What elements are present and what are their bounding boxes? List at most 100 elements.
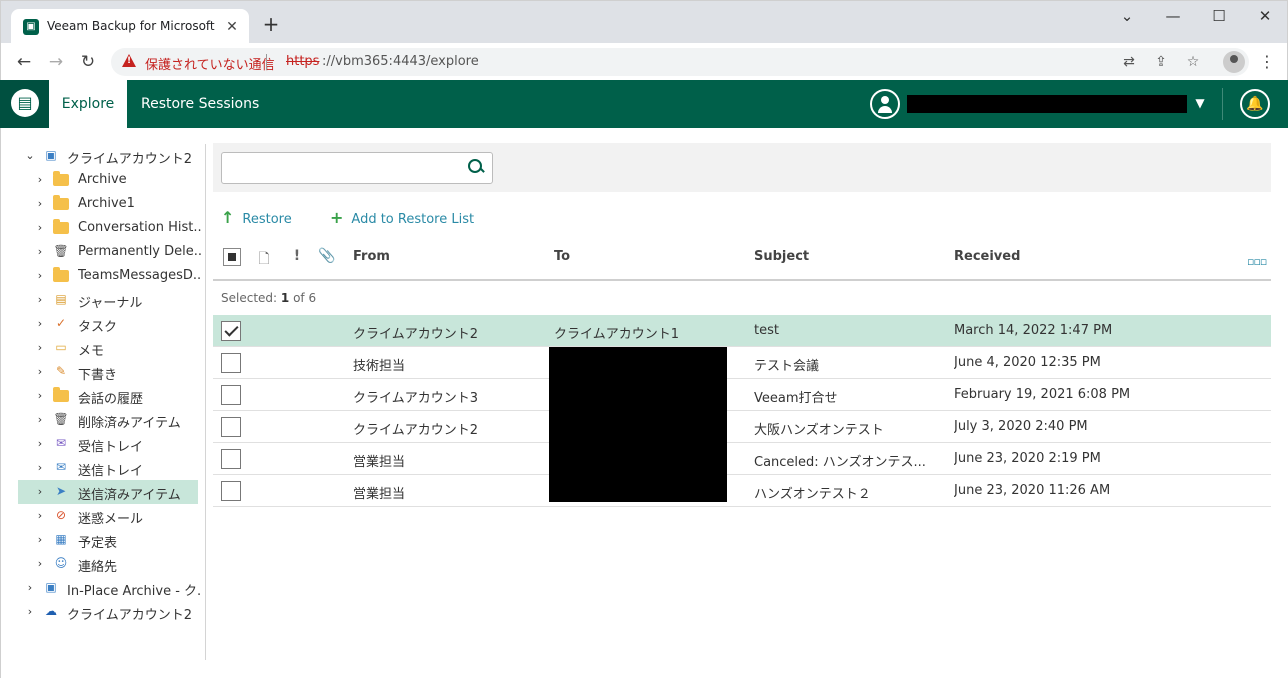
tree-item[interactable]: › ➤ 送信済みアイテム — [18, 480, 198, 504]
url-field[interactable]: 保護されていない通信 https ://vbm365:4443/explore … — [111, 48, 1249, 76]
tree-item[interactable]: › Archive1 — [1, 192, 201, 216]
row-checkbox[interactable] — [221, 353, 241, 373]
journal-icon: ▤ — [55, 292, 67, 306]
mailbox-tree: ⌄ ▣ クライムアカウント2 › Archive › Archive1 › Conversati… — [0, 128, 206, 678]
tree-item[interactable]: › ☺ 連絡先 — [1, 552, 201, 576]
close-window-button[interactable]: ✕ — [1253, 7, 1277, 27]
cell-subject: ハンズオンテスト２ — [754, 487, 871, 502]
tree-item-label: クライムアカウント2 — [67, 608, 193, 623]
maximize-button[interactable]: ☐ — [1207, 7, 1231, 27]
nav-explore[interactable]: Explore — [49, 80, 127, 128]
importance-icon[interactable]: ! — [288, 248, 306, 266]
bookmark-star-icon[interactable]: ☆ — [1184, 53, 1202, 71]
browser-menu-icon[interactable]: ⋮ — [1259, 51, 1275, 73]
veeam-logo[interactable]: ▤ — [0, 80, 49, 128]
chevron-right-icon[interactable]: › — [35, 509, 45, 523]
column-to[interactable]: To — [554, 249, 570, 264]
back-button[interactable]: ← — [13, 51, 35, 73]
chevron-down-icon[interactable]: ⌄ — [25, 149, 35, 163]
chevron-right-icon[interactable]: › — [35, 437, 45, 451]
nav-restore-sessions[interactable]: Restore Sessions — [141, 80, 259, 128]
browser-tab[interactable]: ▣ Veeam Backup for Microsoft 365 ✕ — [11, 9, 249, 44]
tab-close-icon[interactable]: ✕ — [223, 18, 241, 36]
row-checkbox[interactable] — [221, 321, 241, 341]
tree-item[interactable]: › Archive — [1, 168, 201, 192]
tree-item[interactable]: › ⊘ 迷惑メール — [1, 504, 201, 528]
add-to-restore-list-button[interactable]: + Add to Restore List — [330, 208, 474, 227]
chevron-right-icon[interactable]: › — [35, 365, 45, 379]
chevron-right-icon[interactable]: › — [35, 269, 45, 283]
omnibox-divider — [266, 54, 267, 70]
chevron-right-icon[interactable]: › — [35, 245, 45, 259]
notifications-bell-icon[interactable]: 🔔 — [1240, 89, 1270, 119]
security-warning[interactable]: 保護されていない通信 — [145, 54, 275, 73]
search-icon[interactable] — [468, 159, 484, 175]
column-from[interactable]: From — [353, 249, 390, 264]
restore-button[interactable]: ↑ Restore — [221, 208, 292, 227]
chevron-right-icon[interactable]: › — [35, 557, 45, 571]
share-icon[interactable]: ⇪ — [1152, 53, 1170, 71]
chevron-right-icon[interactable]: › — [35, 413, 45, 427]
table-row[interactable]: 営業担当 Canceled: ハンズオンテス... June 23, 2020 2:… — [213, 443, 1271, 475]
chevron-right-icon[interactable]: › — [35, 317, 45, 331]
tree-item[interactable]: › ▤ ジャーナル — [1, 288, 201, 312]
tree-item[interactable]: › 🗑 Permanently Dele... — [1, 240, 201, 264]
new-document-icon[interactable]: 🗋 — [255, 248, 273, 267]
select-all-checkbox[interactable] — [223, 248, 241, 266]
translate-icon[interactable]: ⇄ — [1120, 53, 1138, 71]
chevron-right-icon[interactable]: › — [35, 341, 45, 355]
forward-button[interactable]: → — [45, 51, 67, 73]
search-band — [213, 143, 1271, 192]
row-checkbox[interactable] — [221, 417, 241, 437]
chevron-right-icon[interactable]: › — [35, 293, 45, 307]
column-received[interactable]: Received — [954, 249, 1020, 264]
column-options-icon[interactable]: ▫▫▫ — [1247, 255, 1267, 268]
table-row[interactable]: クライムアカウント3 Veeam打合せ February 19, 2021 6:08… — [213, 379, 1271, 411]
table-row[interactable]: 営業担当 ハンズオンテスト２ June 23, 2020 11:26 AM — [213, 475, 1271, 507]
chevron-down-icon[interactable]: ▼ — [1192, 92, 1208, 114]
tree-item[interactable]: › TeamsMessagesD... — [1, 264, 201, 288]
table-header: 🗋 ! 📎 From To Subject Received ▫▫▫ — [213, 241, 1271, 281]
tree-item[interactable]: › ▣ In-Place Archive - ク... — [1, 576, 201, 600]
tree-item[interactable]: › ▦ 予定表 — [1, 528, 201, 552]
tree-item[interactable]: › ✓ タスク — [1, 312, 201, 336]
column-subject[interactable]: Subject — [754, 249, 809, 264]
tree-item-label: 受信トレイ — [78, 440, 144, 455]
tab-search-chevron-icon[interactable]: ⌄ — [1115, 7, 1139, 27]
table-row[interactable]: クライムアカウント2 大阪ハンズオンテスト July 3, 2020 2:40 PM — [213, 411, 1271, 443]
attachment-icon[interactable]: 📎 — [318, 248, 336, 266]
table-row[interactable]: クライムアカウント2 クライムアカウント1 test March 14, 2022 1… — [213, 315, 1271, 347]
onedrive-icon: ☁ — [45, 604, 57, 618]
profile-avatar-icon[interactable] — [1223, 51, 1245, 73]
row-checkbox[interactable] — [221, 449, 241, 469]
selection-suffix: of 6 — [289, 291, 317, 305]
folder-icon — [53, 267, 69, 282]
chevron-right-icon[interactable]: › — [35, 197, 45, 211]
tree-item[interactable]: › ▭ メモ — [1, 336, 201, 360]
tree-item[interactable]: › ☁ クライムアカウント2 — [1, 600, 201, 624]
chevron-right-icon[interactable]: › — [35, 221, 45, 235]
tree-item[interactable]: › Conversation Hist... — [1, 216, 201, 240]
search-input[interactable] — [221, 152, 493, 184]
new-tab-button[interactable]: + — [261, 14, 281, 35]
tree-item[interactable]: › 🗑 削除済みアイテム — [1, 408, 201, 432]
cell-from: 営業担当 — [353, 487, 406, 502]
tree-item[interactable]: › ✉ 送信トレイ — [1, 456, 201, 480]
tree-item[interactable]: › ✎ 下書き — [1, 360, 201, 384]
tree-item[interactable]: › ✉ 受信トレイ — [1, 432, 201, 456]
row-checkbox[interactable] — [221, 385, 241, 405]
chevron-right-icon[interactable]: › — [25, 605, 35, 619]
tree-item[interactable]: ⌄ ▣ クライムアカウント2 — [1, 144, 201, 168]
user-icon[interactable] — [870, 89, 900, 119]
chevron-right-icon[interactable]: › — [35, 389, 45, 403]
row-checkbox[interactable] — [221, 481, 241, 501]
table-row[interactable]: 技術担当 テスト会議 June 4, 2020 12:35 PM — [213, 347, 1271, 379]
chevron-right-icon[interactable]: › — [35, 533, 45, 547]
chevron-right-icon[interactable]: › — [25, 581, 35, 595]
minimize-button[interactable]: — — [1161, 7, 1185, 27]
chevron-right-icon[interactable]: › — [35, 173, 45, 187]
tree-item[interactable]: › 会話の履歴 — [1, 384, 201, 408]
chevron-right-icon[interactable]: › — [35, 485, 45, 499]
chevron-right-icon[interactable]: › — [35, 461, 45, 475]
reload-button[interactable]: ↻ — [77, 51, 99, 73]
